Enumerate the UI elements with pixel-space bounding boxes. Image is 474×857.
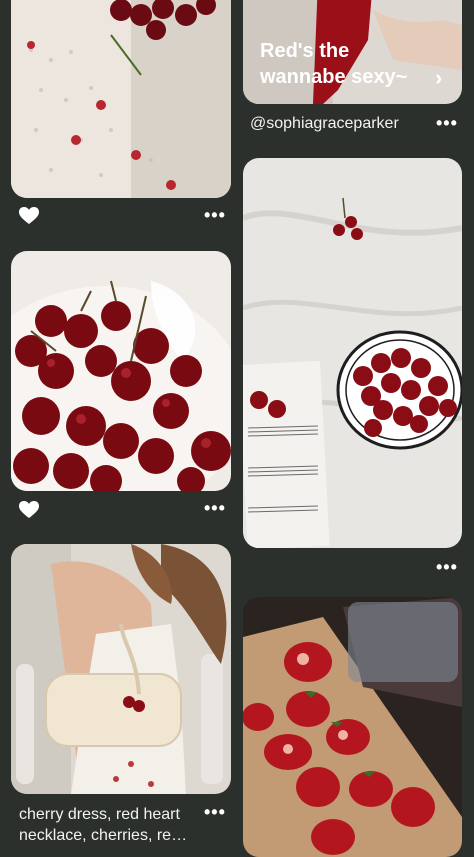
pin-caption[interactable]: cherry dress, red heart necklace, cherri… xyxy=(19,804,219,846)
more-options-icon[interactable]: ••• xyxy=(204,206,226,224)
pin-image xyxy=(11,0,231,198)
more-options-icon[interactable]: ••• xyxy=(436,114,458,132)
more-options-icon[interactable]: ••• xyxy=(436,558,458,576)
heart-icon[interactable] xyxy=(19,501,39,519)
pin-cherry-dress[interactable] xyxy=(11,544,231,794)
chevron-right-icon[interactable]: › xyxy=(435,65,442,91)
pin-overlay-title: Red's the wannabe sexy~ xyxy=(260,38,407,90)
pin-image xyxy=(11,251,231,491)
pin-username[interactable]: @sophiagraceparker xyxy=(250,115,399,133)
more-options-icon[interactable]: ••• xyxy=(204,803,226,821)
pin-image xyxy=(11,544,231,794)
pin-floral-fabric[interactable] xyxy=(11,0,231,198)
pin-image xyxy=(243,158,462,548)
pin-image xyxy=(243,597,462,857)
overlay-title-line1: Red's the xyxy=(260,40,350,62)
pin-cherry-bowl[interactable] xyxy=(11,251,231,491)
heart-icon[interactable] xyxy=(19,207,39,225)
more-options-icon[interactable]: ••• xyxy=(204,499,226,517)
pin-cherries-sheet-music[interactable] xyxy=(243,158,462,548)
pin-strawberries[interactable] xyxy=(243,597,462,857)
overlay-title-line2: wannabe sexy~ xyxy=(260,66,408,88)
pin-red-outfit[interactable]: Red's the wannabe sexy~ › xyxy=(243,0,462,104)
